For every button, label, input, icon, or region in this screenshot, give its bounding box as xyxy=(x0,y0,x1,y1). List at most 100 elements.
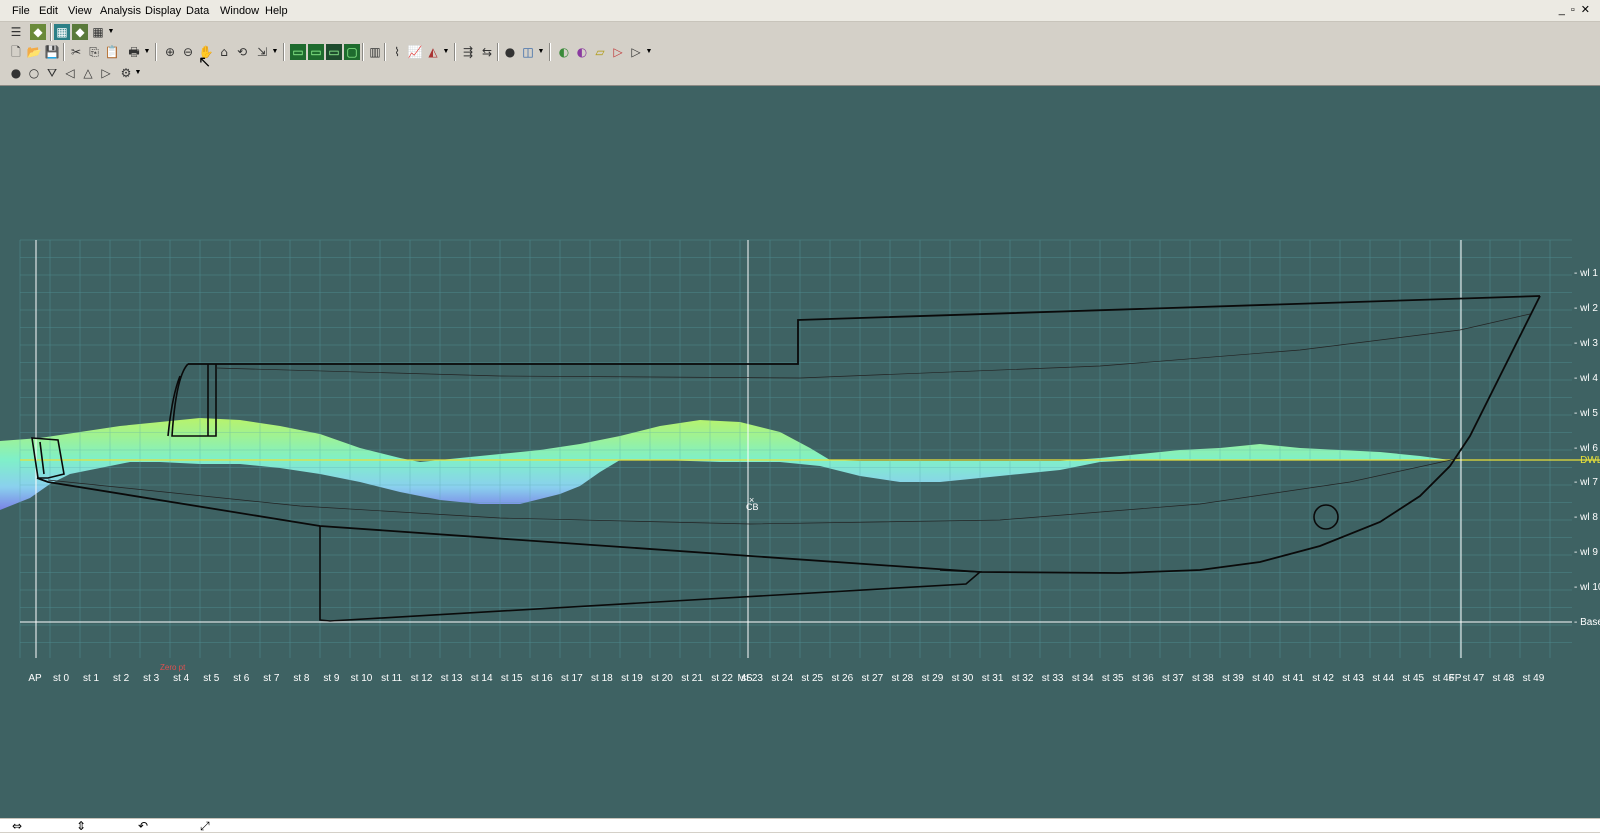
menu-edit[interactable]: Edit xyxy=(39,5,58,17)
waterline-label: - wl 9 xyxy=(1574,547,1598,558)
copy-icon[interactable]: ⎘ xyxy=(86,44,102,60)
new-file-icon[interactable]: 🗋 xyxy=(8,44,24,60)
station-label: st 4 xyxy=(173,673,190,684)
waterline-label: - wl 6 xyxy=(1574,443,1598,454)
print-icon[interactable]: 🖶 xyxy=(126,44,142,60)
pan-horizontal-icon[interactable]: ⇔ xyxy=(12,819,22,833)
table-icon[interactable]: ▥ xyxy=(367,44,383,60)
wrench-icon[interactable]: ⚙ xyxy=(118,65,134,81)
menu-data[interactable]: Data xyxy=(186,5,209,17)
toolbar-separator xyxy=(549,43,551,61)
funnel-icon[interactable]: ⛛ xyxy=(44,65,60,81)
station-label: st 8 xyxy=(293,673,310,684)
paste-icon[interactable]: 📋 xyxy=(104,44,120,60)
menu-view[interactable]: View xyxy=(68,5,92,17)
surface-outline-icon[interactable]: ▷ xyxy=(628,44,644,60)
view-profile-icon[interactable]: ▭ xyxy=(290,44,306,60)
station-label: st 41 xyxy=(1282,673,1304,684)
surface-green-icon[interactable]: ◐ xyxy=(556,44,572,60)
station-label: st 16 xyxy=(531,673,553,684)
surface-purple-icon[interactable]: ◐ xyxy=(574,44,590,60)
surface-red-icon[interactable]: ▷ xyxy=(610,44,626,60)
table-icon[interactable]: ▦ xyxy=(90,24,106,40)
fit-view-icon[interactable]: ⤢ xyxy=(200,819,210,833)
arrow-left-icon[interactable]: ◁ xyxy=(62,65,78,81)
layers-icon[interactable]: ☰ xyxy=(8,24,24,40)
view-plan-icon[interactable]: ▭ xyxy=(308,44,324,60)
wave-pattern-area xyxy=(0,418,1450,510)
station-label: st 27 xyxy=(862,673,884,684)
toolbar-separator xyxy=(155,43,157,61)
restore-button[interactable]: ▫ xyxy=(1571,4,1581,16)
toolbar-separator xyxy=(497,43,499,61)
station-label: st 36 xyxy=(1132,673,1154,684)
save-icon[interactable]: 💾 xyxy=(44,44,60,60)
surface-yellow-icon[interactable]: ▱ xyxy=(592,44,608,60)
home-icon[interactable]: ⌂ xyxy=(216,44,232,60)
record-icon[interactable]: ● xyxy=(502,44,518,60)
render-icon[interactable]: ◆ xyxy=(30,24,46,40)
view-body-icon[interactable]: ▭ xyxy=(326,44,342,60)
station-label: st 31 xyxy=(982,673,1004,684)
chevron-down-icon[interactable]: ▼ xyxy=(442,44,450,60)
waterline-label: - wl 1 xyxy=(1574,268,1598,279)
station-label: st 21 xyxy=(681,673,703,684)
waterline-label: - DWL xyxy=(1574,455,1600,466)
window-controls: _▫✕ xyxy=(1559,3,1596,16)
station-label: st 17 xyxy=(561,673,583,684)
chevron-down-icon[interactable]: ▼ xyxy=(645,44,653,60)
toolbar-separator xyxy=(362,43,364,61)
station-label: st 40 xyxy=(1252,673,1274,684)
triangle-icon[interactable]: △ xyxy=(80,65,96,81)
sheer-line xyxy=(188,295,1541,365)
minimize-button[interactable]: _ xyxy=(1559,4,1571,16)
rotate-icon[interactable]: ↶ xyxy=(138,819,148,833)
area-icon[interactable]: ◭ xyxy=(425,44,441,60)
station-label: st 2 xyxy=(113,673,130,684)
rotate-icon[interactable]: ⟲ xyxy=(234,44,250,60)
render-icon[interactable]: ◫ xyxy=(520,44,536,60)
chevron-down-icon[interactable]: ▼ xyxy=(271,44,279,60)
station-label: st 29 xyxy=(922,673,944,684)
station-label: st 39 xyxy=(1222,673,1244,684)
menu-file[interactable]: File xyxy=(12,5,30,17)
menu-analysis[interactable]: Analysis xyxy=(100,5,141,17)
chevron-down-icon[interactable]: ▼ xyxy=(134,65,142,81)
station-label: st 18 xyxy=(591,673,613,684)
menu-window[interactable]: Window xyxy=(220,5,259,17)
view-perspective-icon[interactable]: ▢ xyxy=(344,44,360,60)
cut-icon[interactable]: ✂ xyxy=(68,44,84,60)
station-label: FP xyxy=(1449,673,1462,684)
pan-vertical-icon[interactable]: ⇕ xyxy=(76,819,86,833)
chevron-down-icon[interactable]: ▼ xyxy=(537,44,545,60)
station-label: st 20 xyxy=(651,673,673,684)
menu-display[interactable]: Display xyxy=(145,5,181,17)
toolbar-area: ☰ ◆ ▦ ◆ ▦ ▼ 🗋 📂 💾 ✂ ⎘ 📋 🖶 ▼ ⊕ ⊖ ✋ ⌂ ⟲ ⇲ … xyxy=(0,22,1600,86)
chevron-down-icon[interactable]: ▼ xyxy=(107,24,115,40)
station-label: st 33 xyxy=(1042,673,1064,684)
graph-icon[interactable]: 📈 xyxy=(407,44,423,60)
circle-filled-icon[interactable]: ● xyxy=(8,65,24,81)
open-icon[interactable]: 📂 xyxy=(26,44,42,60)
close-button[interactable]: ✕ xyxy=(1581,4,1596,16)
arrow-right-icon[interactable]: ▷ xyxy=(98,65,114,81)
station-label: st 44 xyxy=(1372,673,1394,684)
grid-icon[interactable]: ▦ xyxy=(54,24,70,40)
zoom-out-icon[interactable]: ⊖ xyxy=(180,44,196,60)
menu-help[interactable]: Help xyxy=(265,5,288,17)
station-label: st 43 xyxy=(1342,673,1364,684)
chevron-down-icon[interactable]: ▼ xyxy=(143,44,151,60)
mouse-cursor-icon: ↖ xyxy=(198,52,212,71)
station-label: st 7 xyxy=(263,673,280,684)
measure-icon[interactable]: ⇆ xyxy=(479,44,495,60)
curvature-icon[interactable]: ⌇ xyxy=(389,44,405,60)
station-label: st 0 xyxy=(53,673,70,684)
fit-icon[interactable]: ⇶ xyxy=(460,44,476,60)
circle-empty-icon[interactable]: ○ xyxy=(26,65,42,81)
waterline-label: - wl 10 xyxy=(1574,582,1600,593)
profile-view-canvas[interactable]: CB × Zero pt AP st 0st 1st 2st 3st 4st 5s… xyxy=(0,86,1600,818)
toolbar-separator xyxy=(63,43,65,61)
render2-icon[interactable]: ◆ xyxy=(72,24,88,40)
zoom-in-icon[interactable]: ⊕ xyxy=(162,44,178,60)
shear-icon[interactable]: ⇲ xyxy=(254,44,270,60)
